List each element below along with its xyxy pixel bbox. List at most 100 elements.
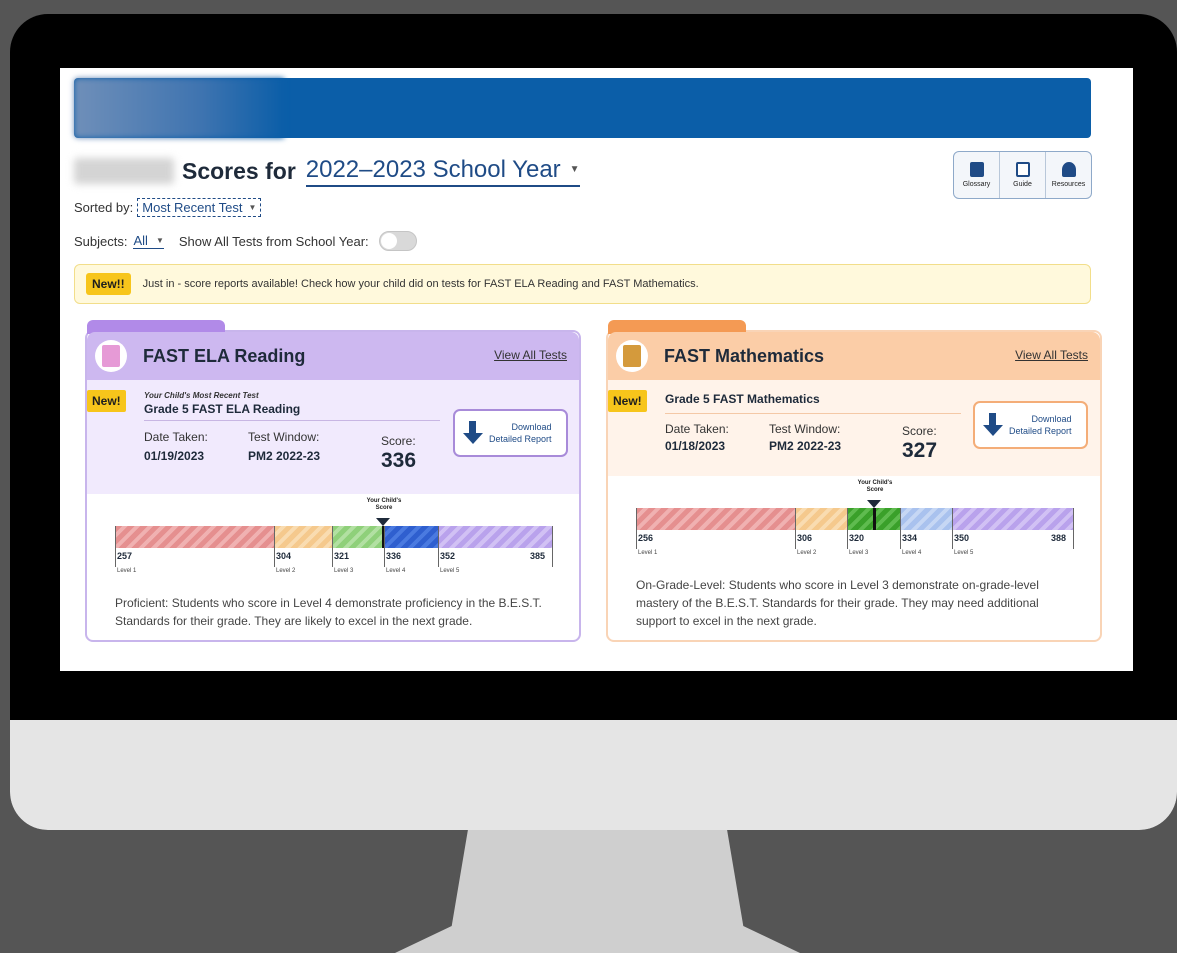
download-report-button[interactable]: Download Detailed Report [453,409,568,457]
level-4-segment [900,508,952,530]
level-5-label: Level 5 [440,568,460,574]
download-report-button[interactable]: Download Detailed Report [973,401,1088,449]
level-1-label: Level 1 [117,568,137,574]
level-3-start: 320 [849,533,865,543]
download-label-line2: Detailed Report [1009,426,1072,436]
ela-reading-card: FAST ELA Reading View All Tests New! You… [85,320,581,642]
tick [332,526,333,567]
download-icon [463,421,483,445]
view-all-tests-link[interactable]: View All Tests [1015,348,1088,362]
your-score-label: Your Child's Score [850,480,900,494]
your-score-label-line2: Score [866,487,884,493]
tick [847,508,848,549]
test-window-label: Test Window: [248,430,320,444]
level-4-label: Level 4 [902,550,922,556]
monitor-stand [395,830,800,953]
level-description: On-Grade-Level: Students who score in Le… [636,578,1039,628]
card-header: FAST ELA Reading View All Tests [87,332,579,380]
level-description: Proficient: Students who score in Level … [115,596,542,628]
blurred-student-name [74,158,174,184]
screen: Scores for 2022–2023 School Year ▼ Gloss… [60,68,1133,671]
score-pointer-icon [867,500,881,508]
score-value: 336 [381,449,417,472]
tick [795,508,796,549]
level-3-label: Level 3 [849,550,869,556]
calculator-icon [616,340,648,372]
toggle-knob [380,233,397,249]
subjects-select[interactable]: All ▼ [133,233,164,249]
test-window-value: PM2 2022-23 [769,439,842,453]
test-name: Grade 5 FAST Mathematics [665,392,820,406]
tick [115,526,116,567]
recent-test-label: Your Child's Most Recent Test [144,391,259,400]
show-all-label: Show All Tests from School Year: [178,233,369,249]
your-score-label-line2: Score [375,505,393,511]
banner-blurred-area [74,78,284,138]
level-4-label: Level 4 [386,568,406,574]
chevron-down-icon: ▼ [155,236,164,245]
tick [274,526,275,567]
scale-max: 388 [1051,533,1067,543]
resources-button[interactable]: Resources [1046,152,1091,198]
level-1-start: 256 [638,533,654,543]
tick [384,526,385,567]
guide-label: Guide [1013,181,1032,188]
chevron-down-icon: ▼ [248,203,257,212]
subjects-value: All [133,233,148,248]
resources-label: Resources [1051,181,1086,188]
level-2-label: Level 2 [797,550,817,556]
subjects-label: Subjects: [74,233,128,249]
your-score-label-line1: Your Child's [857,480,893,486]
your-score-label: Your Child's Score [359,498,409,512]
level-4-segment [384,526,438,548]
score-value: 327 [902,439,938,462]
level-2-segment [274,526,332,548]
level-5-segment [438,526,552,548]
page-title-row: Scores for 2022–2023 School Year ▼ [74,154,580,188]
download-label-line2: Detailed Report [489,434,552,444]
test-window-label: Test Window: [769,422,841,436]
show-all-toggle[interactable] [378,231,417,251]
new-badge: New! [608,390,647,412]
sort-select[interactable]: Most Recent Test ▼ [137,198,262,217]
test-name: Grade 5 FAST ELA Reading [144,402,301,416]
tick [438,526,439,567]
page-title: Scores for [182,157,296,184]
alert-badge: New!! [86,273,131,295]
date-taken-label: Date Taken: [665,422,729,436]
mathematics-card: FAST Mathematics View All Tests New! Gra… [606,320,1102,642]
tick [952,508,953,549]
sort-value: Most Recent Test [142,200,243,215]
glossary-label: Glossary [962,181,991,188]
school-year-select[interactable]: 2022–2023 School Year ▼ [305,156,580,187]
your-score-label-line1: Your Child's [366,498,402,504]
level-bar [636,508,1073,530]
level-5-segment [952,508,1073,530]
level-5-start: 350 [954,533,970,543]
level-2-start: 306 [797,533,813,543]
date-taken-value: 01/18/2023 [665,439,726,453]
level-1-label: Level 1 [638,550,658,556]
card-title: FAST ELA Reading [143,345,306,366]
score-marker [873,508,876,530]
level-4-start: 334 [902,533,918,543]
download-icon [983,413,1003,437]
download-label: Download Detailed Report [489,421,552,445]
glossary-button[interactable]: Glossary [954,152,1000,198]
tick [636,508,637,549]
recent-test-panel: New! Grade 5 FAST Mathematics Date Taken… [608,380,1100,476]
sort-control: Sorted by: Most Recent Test ▼ [74,198,262,217]
level-2-segment [795,508,847,530]
level-3-start: 321 [334,551,350,561]
divider [144,420,440,421]
divider [665,413,961,414]
monitor-chin [10,720,1177,830]
view-all-tests-link[interactable]: View All Tests [494,348,567,362]
guide-button[interactable]: Guide [1000,152,1046,198]
score-label: Score: [381,434,416,448]
monitor-frame: Scores for 2022–2023 School Year ▼ Gloss… [10,14,1177,830]
score-scale: Your Child's Score 257 Level 1 304 Level… [87,494,579,594]
score-pointer-icon [376,518,390,526]
level-2-label: Level 2 [276,568,296,574]
level-1-segment [636,508,795,530]
